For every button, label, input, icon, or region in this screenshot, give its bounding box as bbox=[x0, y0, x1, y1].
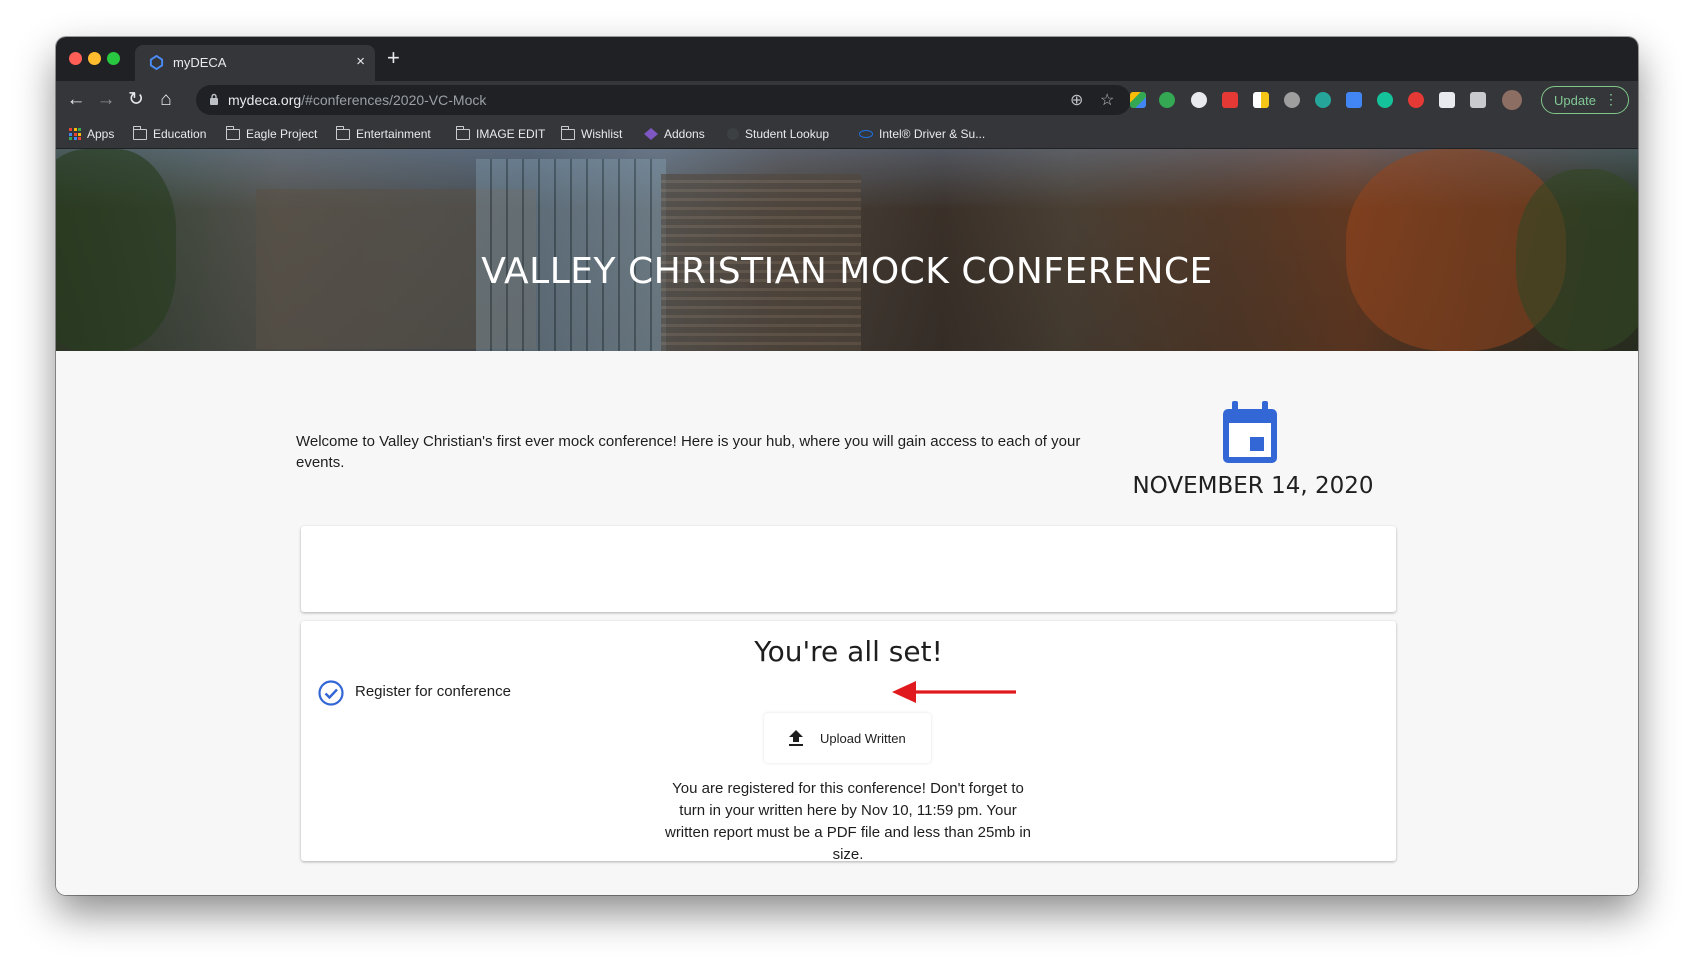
mydeca-favicon-icon bbox=[149, 55, 164, 70]
folder-icon bbox=[225, 125, 240, 140]
extension-badge-icon[interactable] bbox=[1315, 92, 1331, 108]
upload-written-button[interactable]: Upload Written bbox=[764, 713, 931, 763]
bookmark-label: Education bbox=[153, 127, 207, 141]
grammarly-icon[interactable] bbox=[1377, 92, 1393, 108]
bookmark-image-edit[interactable]: IMAGE EDIT bbox=[455, 125, 546, 141]
profile-avatar[interactable] bbox=[1502, 90, 1522, 110]
bookmark-label: Entertainment bbox=[356, 127, 431, 141]
google-translate-icon[interactable] bbox=[1346, 92, 1362, 108]
bookmark-label: Student Lookup bbox=[745, 127, 830, 141]
registration-message: You are registered for this conference! … bbox=[664, 780, 1031, 863]
globe-icon bbox=[727, 128, 739, 140]
url-domain: mydeca.org bbox=[228, 92, 302, 108]
bookmark-label: Apps bbox=[87, 127, 115, 141]
check-circle-icon bbox=[318, 680, 344, 706]
upload-icon bbox=[789, 730, 803, 746]
bookmarks-bar: Apps Education Eagle Project Entertainme… bbox=[56, 119, 1638, 149]
bookmark-entertainment[interactable]: Entertainment bbox=[335, 125, 431, 141]
minimize-window-button[interactable] bbox=[88, 52, 101, 65]
back-button[interactable]: ← bbox=[65, 89, 87, 111]
folder-icon bbox=[132, 125, 147, 140]
folder-icon bbox=[455, 125, 470, 140]
conference-title: VALLEY CHRISTIAN MOCK CONFERENCE bbox=[481, 251, 1213, 292]
forward-button[interactable]: → bbox=[95, 89, 117, 111]
address-bar[interactable]: mydeca.org/#conferences/2020-VC-Mock ⊕ ☆ bbox=[196, 85, 1131, 115]
home-button[interactable]: ⌂ bbox=[155, 89, 177, 111]
hero-banner: VALLEY CHRISTIAN MOCK CONFERENCE bbox=[56, 149, 1638, 351]
addons-icon bbox=[644, 128, 658, 140]
tab-mydeca[interactable]: myDECA × bbox=[135, 45, 375, 81]
tab-strip: myDECA × + bbox=[56, 37, 1638, 81]
bookmark-student-lookup[interactable]: Student Lookup bbox=[727, 127, 829, 141]
extensions-puzzle-icon[interactable] bbox=[1470, 92, 1486, 108]
bookmark-label: Intel® Driver & Su... bbox=[879, 127, 986, 141]
bookmark-apps[interactable]: Apps bbox=[69, 127, 114, 141]
hangouts-icon[interactable] bbox=[1159, 92, 1175, 108]
bookmark-wishlist[interactable]: Wishlist bbox=[560, 125, 623, 141]
google-drive-icon[interactable] bbox=[1130, 92, 1146, 108]
bookmark-label: Wishlist bbox=[581, 127, 623, 141]
bookmark-label: Addons bbox=[664, 127, 705, 141]
browser-window: myDECA × + ← → ↻ ⌂ mydeca.org/#conferenc… bbox=[56, 37, 1638, 895]
upload-written-label: Upload Written bbox=[820, 730, 906, 746]
highlighter-icon[interactable] bbox=[1253, 92, 1269, 108]
conference-date: NOVEMBER 14, 2020 bbox=[1132, 473, 1374, 499]
annotation-arrow-icon bbox=[892, 681, 1016, 703]
new-tab-button[interactable]: + bbox=[387, 47, 400, 69]
menu-dots-icon[interactable]: ⋮ bbox=[1604, 91, 1618, 108]
bookmark-addons[interactable]: Addons bbox=[644, 127, 705, 141]
hero-tree bbox=[56, 149, 176, 351]
bookmark-intel-driver[interactable]: Intel® Driver & Su... bbox=[859, 127, 985, 141]
folder-icon bbox=[560, 125, 575, 140]
apps-grid-icon bbox=[69, 128, 81, 140]
bookmark-label: IMAGE EDIT bbox=[476, 127, 546, 141]
window-extension-icon[interactable] bbox=[1439, 92, 1455, 108]
ublock-icon[interactable] bbox=[1191, 92, 1207, 108]
calendar-icon bbox=[1223, 401, 1277, 463]
close-window-button[interactable] bbox=[69, 52, 82, 65]
page-content: VALLEY CHRISTIAN MOCK CONFERENCE Welcome… bbox=[56, 149, 1638, 895]
intel-icon bbox=[859, 130, 873, 138]
tab-title: myDECA bbox=[173, 55, 227, 70]
zoom-icon[interactable]: ⊕ bbox=[1070, 90, 1083, 110]
events-card bbox=[301, 526, 1396, 612]
tab-close-icon[interactable]: × bbox=[356, 53, 365, 70]
tp-extension-icon[interactable] bbox=[1222, 92, 1238, 108]
url-text[interactable]: mydeca.org/#conferences/2020-VC-Mock bbox=[228, 92, 486, 108]
status-heading: You're all set! bbox=[754, 635, 943, 668]
maximize-window-button[interactable] bbox=[107, 52, 120, 65]
folder-icon bbox=[335, 125, 350, 140]
bookmark-eagle-project[interactable]: Eagle Project bbox=[225, 125, 318, 141]
url-path: /#conferences/2020-VC-Mock bbox=[301, 92, 487, 108]
register-label: Register for conference bbox=[355, 683, 511, 700]
welcome-text: Welcome to Valley Christian's first ever… bbox=[296, 433, 1081, 471]
adblock-icon[interactable] bbox=[1408, 92, 1424, 108]
bookmark-label: Eagle Project bbox=[246, 127, 318, 141]
update-button[interactable]: Update ⋮ bbox=[1541, 86, 1629, 114]
registration-card: You're all set! Register for conference … bbox=[301, 621, 1396, 863]
bookmark-education[interactable]: Education bbox=[132, 125, 207, 141]
lock-icon bbox=[210, 93, 218, 105]
browser-toolbar: ← → ↻ ⌂ mydeca.org/#conferences/2020-VC-… bbox=[56, 81, 1638, 119]
openai-icon[interactable] bbox=[1284, 92, 1300, 108]
reload-button[interactable]: ↻ bbox=[125, 89, 147, 111]
bookmark-star-icon[interactable]: ☆ bbox=[1100, 90, 1114, 110]
update-label: Update bbox=[1554, 93, 1596, 108]
